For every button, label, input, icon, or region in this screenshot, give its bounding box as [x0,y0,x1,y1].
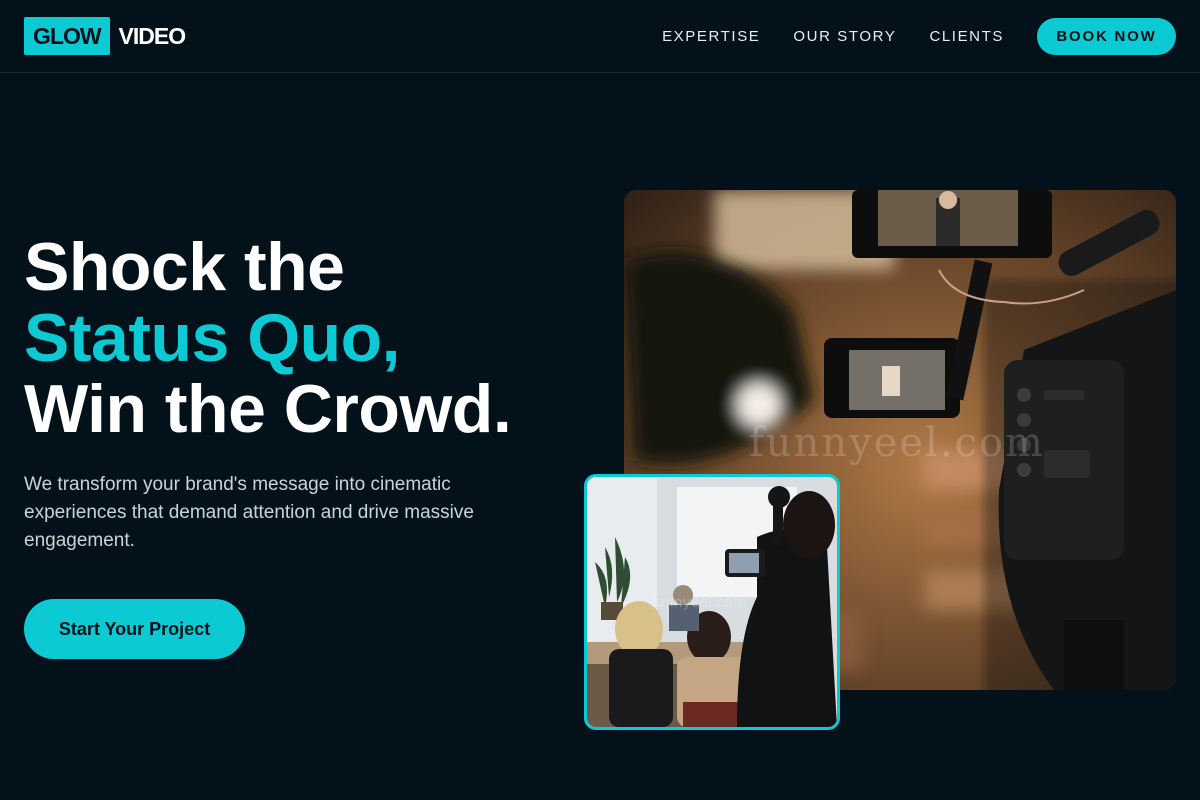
logo-text: VIDEO [118,22,187,49]
small-photo-watermark: funnyeel.com [651,595,746,611]
start-project-button[interactable]: Start Your Project [24,599,245,659]
film-crew-illustration: funnyeel.com [587,477,837,727]
small-photo-film-crew: funnyeel.com [584,474,840,730]
logo[interactable]: GLOW VIDEO [24,17,187,55]
main-photo-watermark: funnyeel.com [749,420,1045,466]
headline-line-3: Win the Crowd. [24,371,512,447]
book-now-button[interactable]: BOOK NOW [1037,17,1176,55]
hero-headline: Shock the Status Quo, Win the Crowd. [24,232,604,445]
site-header: GLOW VIDEO EXPERTISE OUR STORY CLIENTS B… [0,0,1200,73]
headline-line-1: Shock the [24,229,345,305]
headline-line-2-accent: Status Quo, [24,300,401,376]
main-nav: EXPERTISE OUR STORY CLIENTS BOOK NOW [662,17,1176,55]
nav-link-our-story[interactable]: OUR STORY [793,28,896,45]
hero-subtext: We transform your brand's message into c… [24,474,474,551]
logo-box: GLOW [24,17,110,55]
hero-content: Shock the Status Quo, Win the Crowd. We … [24,232,604,659]
nav-link-expertise[interactable]: EXPERTISE [662,28,760,45]
nav-link-clients[interactable]: CLIENTS [929,28,1004,45]
